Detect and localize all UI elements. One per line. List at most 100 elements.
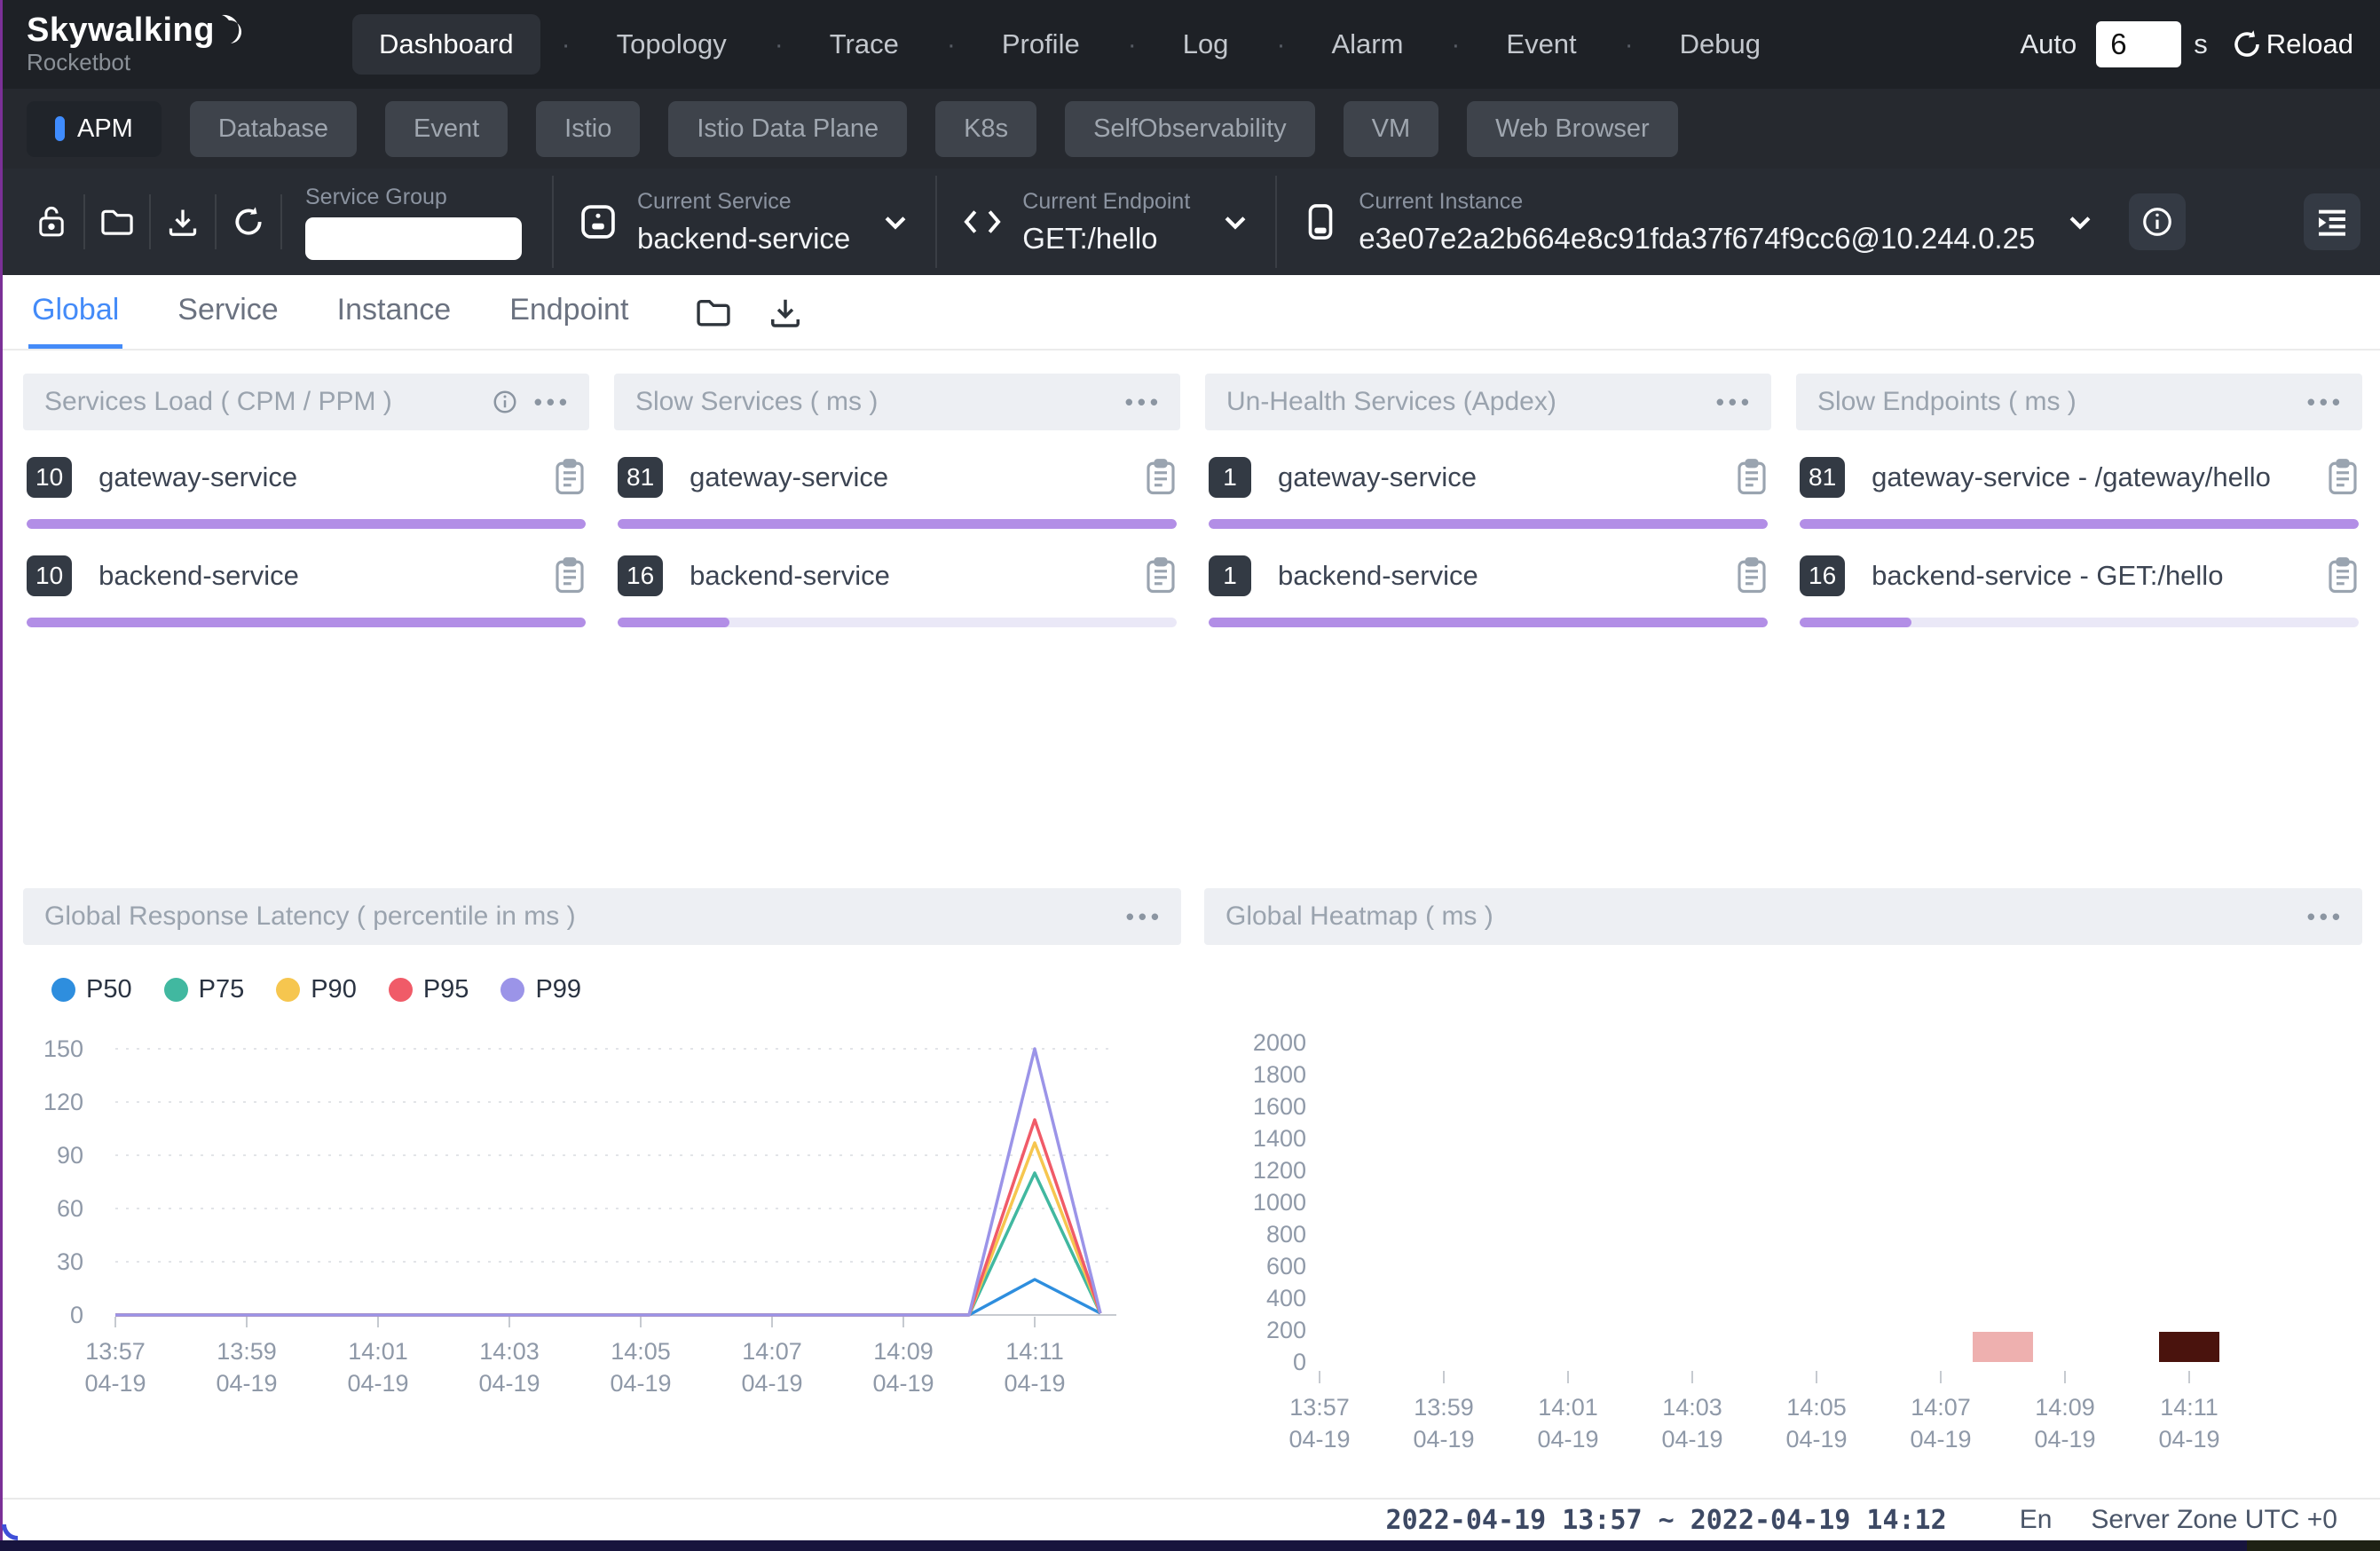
reload-button[interactable]: Reload bbox=[2231, 28, 2353, 60]
folder-button[interactable] bbox=[696, 296, 731, 328]
nav-item-profile[interactable]: Profile bbox=[975, 14, 1107, 75]
card-title: Global Heatmap ( ms ) bbox=[1225, 901, 1493, 932]
export-button[interactable] bbox=[768, 295, 802, 329]
card-header: Global Response Latency ( percentile in … bbox=[23, 888, 1181, 945]
card-unhealth-services: Un-Health Services (Apdex) ••• 1 gateway… bbox=[1205, 374, 1771, 870]
card-menu-button[interactable]: ••• bbox=[1716, 389, 1753, 416]
download-icon bbox=[768, 295, 802, 329]
info-icon bbox=[2140, 205, 2174, 239]
card-menu-button[interactable]: ••• bbox=[534, 389, 571, 416]
legend-item[interactable]: P75 bbox=[164, 975, 245, 1004]
card-title: Services Load ( CPM / PPM ) bbox=[44, 387, 392, 417]
divider bbox=[935, 176, 937, 268]
svg-text:04-19: 04-19 bbox=[1289, 1426, 1350, 1453]
category-event[interactable]: Event bbox=[385, 101, 508, 157]
nav-item-alarm[interactable]: Alarm bbox=[1304, 14, 1430, 75]
legend-item[interactable]: P90 bbox=[276, 975, 357, 1004]
language-toggle[interactable]: En bbox=[2020, 1505, 2053, 1535]
tab-service[interactable]: Service bbox=[174, 293, 281, 349]
category-apm[interactable]: APM bbox=[27, 101, 162, 157]
copy-clipboard-button[interactable] bbox=[2327, 459, 2359, 496]
svg-text:14:03: 14:03 bbox=[479, 1338, 540, 1365]
category-database[interactable]: Database bbox=[190, 101, 357, 157]
metric-row[interactable]: 10 gateway-service bbox=[23, 457, 589, 529]
collapse-panel-button[interactable] bbox=[2304, 193, 2360, 250]
copy-clipboard-button[interactable] bbox=[1145, 459, 1177, 496]
copy-clipboard-button[interactable] bbox=[554, 557, 586, 594]
svg-text:13:59: 13:59 bbox=[1414, 1394, 1474, 1421]
tab-global[interactable]: Global bbox=[28, 293, 122, 349]
current-instance-select[interactable]: Current Instance e3e07e2a2b664e8c91fda37… bbox=[1284, 189, 2113, 256]
metric-row[interactable]: 16 backend-service bbox=[614, 555, 1180, 627]
metric-bar bbox=[618, 618, 1177, 627]
metric-value-badge: 16 bbox=[1800, 555, 1845, 596]
legend-item[interactable]: P95 bbox=[389, 975, 469, 1004]
metric-row[interactable]: 81 gateway-service bbox=[614, 457, 1180, 529]
import-button[interactable] bbox=[165, 204, 201, 240]
tab-endpoint[interactable]: Endpoint bbox=[506, 293, 632, 349]
current-endpoint-label: Current Endpoint bbox=[1022, 189, 1190, 215]
dashboard-category-row: APM Database Event Istio Istio Data Plan… bbox=[0, 89, 2380, 169]
svg-text:13:57: 13:57 bbox=[1289, 1394, 1350, 1421]
category-istio[interactable]: Istio bbox=[536, 101, 640, 157]
nav-item-log[interactable]: Log bbox=[1156, 14, 1256, 75]
svg-text:04-19: 04-19 bbox=[84, 1370, 146, 1397]
card-menu-button[interactable]: ••• bbox=[2307, 903, 2345, 931]
auto-interval-input[interactable] bbox=[2096, 21, 2181, 67]
category-istio-data-plane[interactable]: Istio Data Plane bbox=[668, 101, 907, 157]
metric-bar bbox=[27, 618, 586, 627]
copy-clipboard-button[interactable] bbox=[2327, 557, 2359, 594]
nav-item-trace[interactable]: Trace bbox=[803, 14, 926, 75]
copy-clipboard-button[interactable] bbox=[1145, 557, 1177, 594]
metric-row[interactable]: 10 backend-service bbox=[23, 555, 589, 627]
nav-item-dashboard[interactable]: Dashboard bbox=[352, 14, 540, 75]
legend-item[interactable]: P99 bbox=[500, 975, 581, 1004]
service-group-input[interactable] bbox=[305, 217, 522, 260]
card-menu-button[interactable]: ••• bbox=[2307, 389, 2345, 416]
card-menu-button[interactable]: ••• bbox=[1125, 389, 1162, 416]
legend-item[interactable]: P50 bbox=[51, 975, 132, 1004]
copy-clipboard-button[interactable] bbox=[1736, 557, 1768, 594]
refresh-icon bbox=[232, 205, 265, 239]
category-vm[interactable]: VM bbox=[1344, 101, 1439, 157]
nav-item-event[interactable]: Event bbox=[1479, 14, 1603, 75]
metric-row[interactable]: 1 backend-service bbox=[1205, 555, 1771, 627]
time-range-picker[interactable]: 2022-04-19 13:57 ~ 2022-04-19 14:12 bbox=[1386, 1505, 1947, 1536]
category-web-browser[interactable]: Web Browser bbox=[1467, 101, 1678, 157]
divider bbox=[552, 176, 554, 268]
svg-text:04-19: 04-19 bbox=[1413, 1426, 1474, 1453]
folder-icon bbox=[696, 296, 731, 328]
metric-name: gateway-service - /gateway/hello bbox=[1872, 461, 2271, 493]
metric-name: backend-service - GET:/hello bbox=[1872, 560, 2223, 592]
auto-label: Auto bbox=[2020, 28, 2077, 60]
chevron-down-icon bbox=[1220, 207, 1250, 237]
card-services-load: Services Load ( CPM / PPM ) ••• 10 gatew… bbox=[23, 374, 589, 870]
current-endpoint-select[interactable]: Current Endpoint GET:/hello bbox=[944, 189, 1268, 256]
info-button[interactable] bbox=[2129, 193, 2186, 250]
tab-instance[interactable]: Instance bbox=[334, 293, 455, 349]
category-k8s[interactable]: K8s bbox=[935, 101, 1036, 157]
metric-row[interactable]: 1 gateway-service bbox=[1205, 457, 1771, 529]
current-service-select[interactable]: Current Service backend-service bbox=[561, 189, 928, 256]
copy-clipboard-button[interactable] bbox=[1736, 459, 1768, 496]
card-menu-button[interactable]: ••• bbox=[1126, 903, 1163, 931]
divider bbox=[149, 194, 151, 249]
svg-text:0: 0 bbox=[70, 1302, 83, 1328]
svg-text:120: 120 bbox=[43, 1089, 83, 1115]
category-selfobservability[interactable]: SelfObservability bbox=[1065, 101, 1315, 157]
svg-text:14:03: 14:03 bbox=[1662, 1394, 1722, 1421]
folder-button[interactable] bbox=[99, 204, 135, 240]
copy-clipboard-button[interactable] bbox=[554, 459, 586, 496]
crescent-moon-icon bbox=[217, 13, 243, 47]
nav-item-debug[interactable]: Debug bbox=[1653, 14, 1787, 75]
svg-text:04-19: 04-19 bbox=[478, 1370, 540, 1397]
nav-item-topology[interactable]: Topology bbox=[590, 14, 753, 75]
metric-row[interactable]: 16 backend-service - GET:/hello bbox=[1796, 555, 2362, 627]
service-group-field: Service Group bbox=[282, 185, 545, 260]
info-icon[interactable] bbox=[492, 389, 518, 415]
refresh-button[interactable] bbox=[231, 204, 266, 240]
metric-name: gateway-service bbox=[99, 461, 297, 493]
lock-button[interactable] bbox=[34, 204, 69, 240]
chart-cards-row: Global Response Latency ( percentile in … bbox=[0, 870, 2380, 1482]
metric-row[interactable]: 81 gateway-service - /gateway/hello bbox=[1796, 457, 2362, 529]
